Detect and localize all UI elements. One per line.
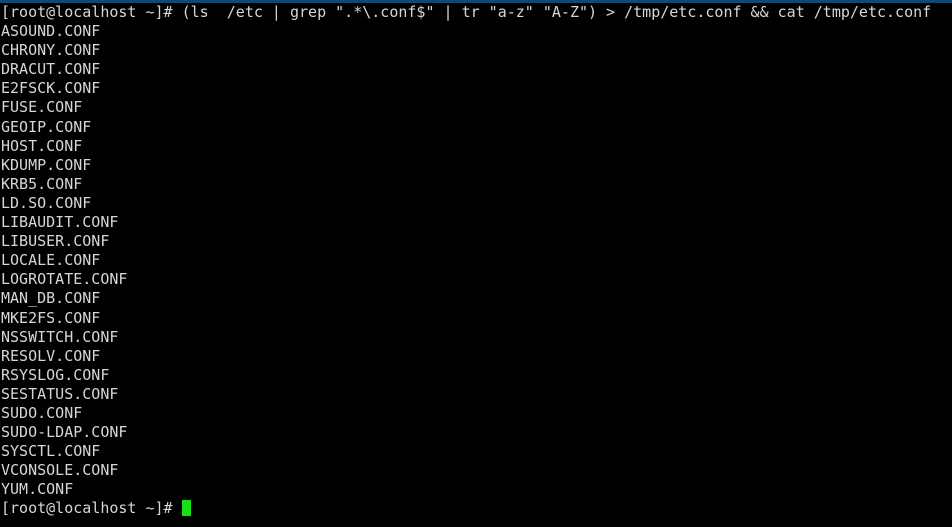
output-line: DRACUT.CONF — [1, 60, 101, 79]
output-line: KRB5.CONF — [1, 174, 83, 193]
terminal-window[interactable]: [root@localhost ~]# (ls /etc | grep ".*\… — [0, 0, 952, 527]
output-line: LOCALE.CONF — [1, 251, 101, 270]
output-line: CHRONY.CONF — [1, 41, 101, 60]
terminal-screen[interactable]: [root@localhost ~]# (ls /etc | grep ".*\… — [0, 3, 952, 527]
output-line: RSYSLOG.CONF — [1, 365, 110, 384]
output-line: LIBUSER.CONF — [1, 232, 110, 251]
output-line: MAN_DB.CONF — [1, 289, 101, 308]
terminal-final-prompt-line[interactable]: [root@localhost ~]# — [1, 499, 952, 518]
output-line: VCONSOLE.CONF — [1, 461, 119, 480]
output-line: SUDO.CONF — [1, 403, 83, 422]
output-line: MKE2FS.CONF — [1, 308, 101, 327]
shell-prompt: [root@localhost ~]# — [1, 499, 182, 518]
output-line: ASOUND.CONF — [1, 22, 101, 41]
output-line: LD.SO.CONF — [1, 193, 92, 212]
output-line: HOST.CONF — [1, 136, 83, 155]
output-line: LIBAUDIT.CONF — [1, 213, 119, 232]
output-line: KDUMP.CONF — [1, 155, 92, 174]
output-line: NSSWITCH.CONF — [1, 327, 119, 346]
output-line: RESOLV.CONF — [1, 346, 101, 365]
output-line: GEOIP.CONF — [1, 117, 92, 136]
output-line: YUM.CONF — [1, 480, 74, 499]
text-cursor — [181, 500, 192, 517]
output-line: FUSE.CONF — [1, 98, 83, 117]
output-line: SYSCTL.CONF — [1, 442, 101, 461]
output-line: LOGROTATE.CONF — [1, 270, 128, 289]
output-line: SESTATUS.CONF — [1, 384, 119, 403]
output-line: SUDO-LDAP.CONF — [1, 423, 128, 442]
terminal-command-line: [root@localhost ~]# (ls /etc | grep ".*\… — [1, 3, 932, 21]
output-line: E2FSCK.CONF — [1, 79, 101, 98]
